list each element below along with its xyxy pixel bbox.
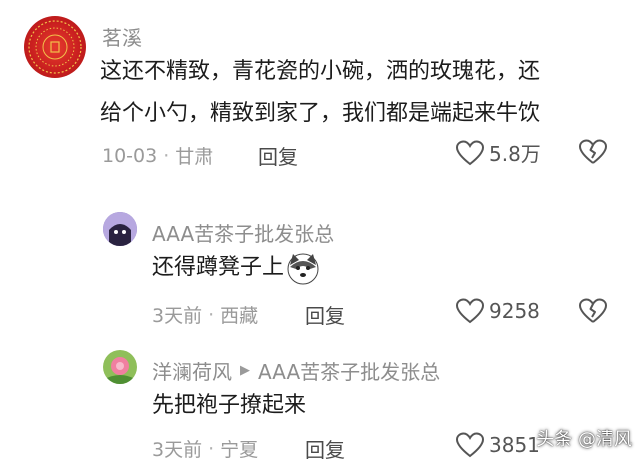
dislike-button[interactable] (578, 297, 608, 329)
reply-to-username[interactable]: AAA苦茶子批发张总 (258, 356, 440, 385)
broken-heart-icon (579, 298, 607, 323)
comment-date: 10-03 (102, 144, 158, 167)
reply-arrow-icon: ▶ (240, 363, 250, 378)
comment-text-line-2: 给个小勺，精致到家了，我们都是端起来牛饮 (100, 101, 541, 126)
username-row: 洋澜荷风 ▶ AAA苦茶子批发张总 (152, 356, 440, 385)
like-button[interactable]: 9258 (455, 297, 540, 325)
heart-icon (455, 139, 485, 165)
like-button[interactable]: 3851 (455, 431, 540, 459)
user-avatar[interactable] (103, 350, 137, 384)
comment-meta: 3天前 · 宁夏 (152, 435, 258, 462)
comment-meta: 10-03 · 甘肃 (102, 142, 213, 169)
username[interactable]: AAA苦茶子批发张总 (152, 218, 334, 247)
like-count: 3851 (489, 433, 540, 457)
comment-location: 甘肃 (175, 146, 214, 168)
comment-date: 3天前 (152, 439, 203, 461)
reply-button[interactable]: 回复 (258, 141, 298, 170)
username[interactable]: 茗溪 (102, 22, 142, 51)
separator-dot: · (208, 303, 215, 326)
comment-text-content: 还得蹲凳子上 (152, 255, 285, 280)
like-count: 5.8万 (489, 142, 541, 166)
reply-button[interactable]: 回复 (305, 434, 345, 463)
comment-text: 先把袍子撩起来 (152, 393, 307, 418)
user-avatar[interactable] (24, 16, 86, 78)
comment-meta: 3天前 · 西藏 (152, 301, 258, 328)
comment-text-line-1: 这还不精致，青花瓷的小碗，洒的玫瑰花，还 (100, 59, 541, 84)
comment-text: 还得蹲凳子上 (152, 248, 320, 288)
comment-location: 宁夏 (220, 439, 259, 461)
watermark: 头条 @清风 (536, 429, 632, 450)
like-count: 9258 (489, 299, 540, 323)
reply-button[interactable]: 回复 (305, 300, 345, 329)
broken-heart-icon (579, 139, 607, 164)
comment-2: AAA苦茶子批发张总 还得蹲凳子上 3天前 · 西藏 回复 9258 (0, 200, 640, 340)
separator-dot: · (208, 437, 215, 460)
heart-icon (455, 298, 485, 324)
comment-location: 西藏 (220, 305, 259, 327)
emoji-husky-icon (286, 251, 320, 285)
dislike-button[interactable] (578, 138, 608, 170)
comment-date: 3天前 (152, 305, 203, 327)
comment-1: 茗溪 这还不精致，青花瓷的小碗，洒的玫瑰花，还 给个小勺，精致到家了，我们都是端… (0, 0, 640, 180)
user-avatar[interactable] (103, 212, 137, 246)
heart-icon (455, 432, 485, 458)
like-button[interactable]: 5.8万 (455, 138, 541, 167)
separator-dot: · (163, 144, 170, 167)
username[interactable]: 洋澜荷风 (152, 356, 232, 385)
